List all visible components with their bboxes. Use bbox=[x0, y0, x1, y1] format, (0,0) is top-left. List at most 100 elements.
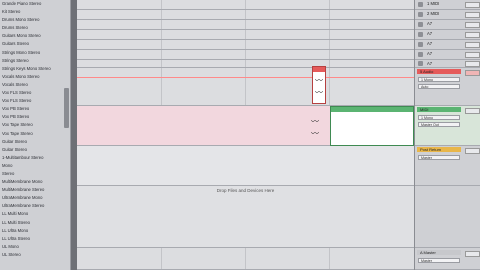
track-header[interactable]: A7 bbox=[415, 20, 480, 30]
track-volume[interactable] bbox=[465, 2, 480, 8]
track-header[interactable]: A7 bbox=[415, 60, 480, 68]
waveform-icon: 〰 bbox=[315, 88, 323, 97]
master-lane[interactable] bbox=[77, 248, 414, 270]
browser-panel: Grande Piano Stereo Kit Stereo Drums Mono … bbox=[0, 0, 71, 270]
track-header[interactable]: A7 bbox=[415, 40, 480, 50]
track-lane[interactable] bbox=[77, 20, 414, 30]
track-volume[interactable] bbox=[465, 108, 480, 114]
track-title[interactable]: A Master bbox=[417, 250, 461, 255]
track-volume[interactable] bbox=[465, 52, 480, 58]
track-name: A7 bbox=[427, 21, 433, 26]
output-select[interactable]: Master Out bbox=[418, 122, 460, 127]
input-select[interactable]: 1 Mono bbox=[418, 115, 460, 120]
waveform-icon: 〰 bbox=[311, 129, 319, 138]
output-select[interactable]: Master bbox=[418, 155, 460, 160]
browser-item[interactable]: Mono bbox=[0, 162, 70, 170]
track-lane[interactable] bbox=[77, 40, 414, 50]
track-name: A7 bbox=[427, 31, 433, 36]
browser-item[interactable]: MultiMembrane Stereo bbox=[0, 186, 70, 194]
track-activator-button[interactable] bbox=[418, 61, 423, 66]
group-track-header[interactable]: MIDI 1 Mono Master Out bbox=[415, 106, 480, 146]
track-header[interactable]: 2 MIDI bbox=[415, 10, 480, 20]
track-volume[interactable] bbox=[465, 61, 480, 67]
browser-item[interactable]: UL Mono bbox=[0, 243, 70, 251]
master-track-header[interactable]: A Master Master bbox=[415, 248, 480, 270]
browser-item[interactable]: LL Ultra Mono bbox=[0, 227, 70, 235]
browser-scrollbar[interactable] bbox=[64, 88, 69, 128]
browser-item[interactable]: 1-Multitambour Stereo bbox=[0, 154, 70, 162]
return-track-lane[interactable] bbox=[77, 146, 414, 186]
browser-item[interactable]: UltraMembrane Mono bbox=[0, 194, 70, 202]
track-name: A7 bbox=[427, 61, 433, 66]
track-name: 2 MIDI bbox=[427, 11, 440, 16]
track-volume[interactable] bbox=[465, 12, 480, 18]
browser-item[interactable]: Vox FLS Stereo bbox=[0, 97, 70, 105]
track-header[interactable]: A7 bbox=[415, 30, 480, 40]
browser-item[interactable]: Grande Piano Stereo bbox=[0, 0, 70, 8]
browser-item[interactable]: Drums Mono Stereo bbox=[0, 16, 70, 24]
browser-item[interactable]: Vocals Mono Stereo bbox=[0, 73, 70, 81]
browser-item[interactable]: Vox FLS Stereo bbox=[0, 89, 70, 97]
browser-item[interactable]: UltraMembrane Stereo bbox=[0, 202, 70, 210]
track-activator-button[interactable] bbox=[418, 2, 423, 7]
browser-item[interactable]: Vocals Stereo bbox=[0, 81, 70, 89]
track-activator-button[interactable] bbox=[418, 12, 423, 17]
output-select[interactable]: Master bbox=[418, 258, 460, 263]
browser-item[interactable]: Guitar Stereo bbox=[0, 146, 70, 154]
track-activator-button[interactable] bbox=[418, 22, 423, 27]
audio-clip[interactable]: 〰 〰 bbox=[312, 66, 326, 104]
track-volume[interactable] bbox=[465, 148, 480, 154]
browser-item[interactable]: Stereo bbox=[0, 170, 70, 178]
track-title[interactable]: 5 Audio bbox=[417, 69, 461, 74]
track-header[interactable]: A7 bbox=[415, 50, 480, 60]
track-lane[interactable] bbox=[77, 30, 414, 40]
track-title[interactable]: MIDI bbox=[417, 107, 461, 112]
drop-area[interactable] bbox=[77, 186, 414, 248]
browser-item[interactable]: Strings Stereo bbox=[0, 57, 70, 65]
track-title[interactable]: Post Return bbox=[417, 147, 461, 152]
browser-item[interactable]: LL Multi Stereo bbox=[0, 219, 70, 227]
track-volume[interactable] bbox=[465, 70, 480, 76]
monitor-select[interactable]: Auto bbox=[418, 84, 460, 89]
track-lane[interactable] bbox=[77, 0, 414, 10]
track-volume[interactable] bbox=[465, 22, 480, 28]
master-volume[interactable] bbox=[465, 251, 480, 257]
browser-item[interactable]: Guitars Mono Stereo bbox=[0, 32, 70, 40]
browser-item[interactable]: Guitar Stereo bbox=[0, 138, 70, 146]
track-activator-button[interactable] bbox=[418, 32, 423, 37]
browser-item[interactable]: Kit Stereo bbox=[0, 8, 70, 16]
browser-item[interactable]: MultiMembrane Mono bbox=[0, 178, 70, 186]
track-lane[interactable] bbox=[77, 10, 414, 20]
track-lane[interactable] bbox=[77, 50, 414, 60]
browser-item[interactable]: Vox PB Stereo bbox=[0, 113, 70, 121]
input-select[interactable]: 1 Mono bbox=[418, 77, 460, 82]
track-name: A7 bbox=[427, 41, 433, 46]
audio-clip[interactable] bbox=[330, 106, 414, 146]
return-track-header[interactable]: Post Return Master bbox=[415, 146, 480, 186]
track-activator-button[interactable] bbox=[418, 42, 423, 47]
browser-item[interactable]: Strings Keys Mono Stereo bbox=[0, 65, 70, 73]
track-volume[interactable] bbox=[465, 42, 480, 48]
track-activator-button[interactable] bbox=[418, 52, 423, 57]
empty-track-area bbox=[415, 186, 480, 248]
browser-item[interactable]: LL Ultra Stereo bbox=[0, 235, 70, 243]
waveform-icon: 〰 bbox=[311, 117, 319, 126]
browser-item[interactable]: Drums Stereo bbox=[0, 24, 70, 32]
browser-item[interactable]: Vox PB Stereo bbox=[0, 105, 70, 113]
browser-item[interactable]: UL Stereo bbox=[0, 251, 70, 259]
track-volume[interactable] bbox=[465, 32, 480, 38]
arrangement-view[interactable]: 〰 〰 〰 〰 Drop Files and Devices Here bbox=[77, 0, 414, 270]
track-name: A7 bbox=[427, 51, 433, 56]
track-lane[interactable] bbox=[77, 60, 414, 68]
browser-item[interactable]: Vox Tape Stereo bbox=[0, 130, 70, 138]
browser-item[interactable]: Strings Mono Stereo bbox=[0, 49, 70, 57]
audio-track-lane[interactable] bbox=[77, 68, 414, 106]
waveform-icon: 〰 bbox=[315, 76, 323, 85]
track-name: 1 MIDI bbox=[427, 1, 440, 6]
browser-item[interactable]: LL Multi Mono bbox=[0, 210, 70, 218]
browser-item[interactable]: Vox Tape Stereo bbox=[0, 121, 70, 129]
browser-item[interactable]: Guitars Stereo bbox=[0, 40, 70, 48]
mixer-panel: 1 MIDI 2 MIDI A7 A7 A7 A7 A7 5 Audio 1 M… bbox=[414, 0, 480, 270]
audio-track-header[interactable]: 5 Audio 1 Mono Auto bbox=[415, 68, 480, 106]
track-header[interactable]: 1 MIDI bbox=[415, 0, 480, 10]
